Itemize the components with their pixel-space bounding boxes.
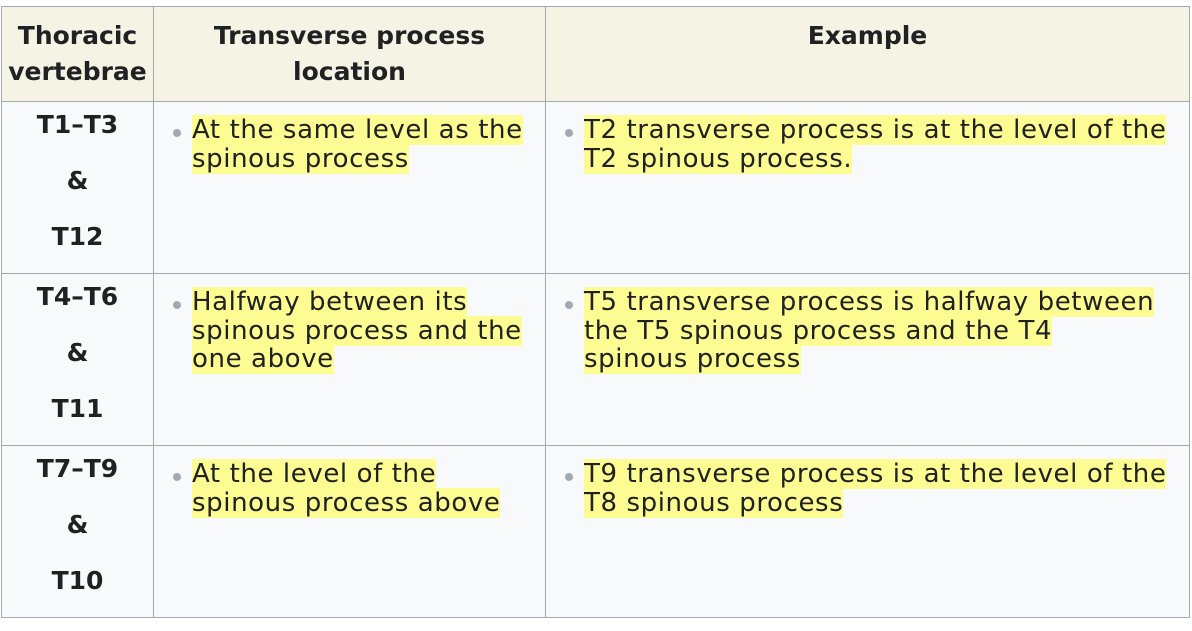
vertebrae-range: T1–T3	[36, 110, 119, 139]
table-row: T1–T3 & T12 At the same level as the spi…	[1, 101, 1190, 274]
list-item: T5 transverse process is halfway between…	[562, 287, 1179, 374]
bullet-icon	[173, 129, 181, 137]
header-line: Transverse process	[213, 21, 486, 50]
example-line: T8 spinous process	[584, 487, 844, 518]
bullet-icon	[565, 129, 573, 137]
example-cell: T5 transverse process is halfway between…	[545, 273, 1190, 446]
example-line: T2 spinous process.	[584, 143, 853, 174]
location-line: At the same level as the	[192, 115, 523, 145]
example-list: T5 transverse process is halfway between…	[562, 287, 1179, 374]
ampersand: &	[66, 510, 89, 539]
list-item: At the same level as the spinous process	[170, 115, 535, 174]
ampersand: &	[66, 166, 89, 195]
vertebrae-single: T11	[51, 394, 104, 423]
vertebrae-single: T10	[51, 566, 104, 595]
vertebrae-cell: T4–T6 & T11	[1, 273, 154, 446]
vertebrae-cell: T7–T9 & T10	[1, 445, 154, 618]
location-line: At the level of the	[192, 459, 437, 489]
bullet-icon	[565, 473, 573, 481]
example-cell: T9 transverse process is at the level of…	[545, 445, 1190, 618]
location-cell: At the level of the spinous process abov…	[153, 445, 546, 618]
thoracic-vertebrae-table-container: Thoracic vertebrae Transverse process lo…	[1, 6, 1190, 618]
header-row: Thoracic vertebrae Transverse process lo…	[1, 6, 1190, 102]
location-list: Halfway between its spinous process and …	[170, 287, 535, 374]
header-example: Example	[545, 6, 1190, 102]
example-line: the T5 spinous process and the T4	[584, 315, 1053, 346]
ampersand: &	[66, 338, 89, 367]
list-item: T2 transverse process is at the level of…	[562, 115, 1179, 174]
bullet-icon	[173, 301, 181, 309]
table-row: T4–T6 & T11 Halfway between its spinous …	[1, 273, 1190, 446]
location-cell: Halfway between its spinous process and …	[153, 273, 546, 446]
location-cell: At the same level as the spinous process	[153, 101, 546, 274]
bullet-icon	[173, 473, 181, 481]
example-line: spinous process	[584, 344, 801, 374]
header-line: vertebrae	[8, 57, 147, 86]
header-line: Thoracic	[17, 21, 138, 50]
header-thoracic-vertebrae: Thoracic vertebrae	[1, 6, 154, 102]
location-line: Halfway between its	[192, 287, 468, 317]
header-line: Example	[807, 21, 928, 50]
header-transverse-process-location: Transverse process location	[153, 6, 546, 102]
example-cell: T2 transverse process is at the level of…	[545, 101, 1190, 274]
list-item: T9 transverse process is at the level of…	[562, 459, 1179, 518]
header-line: location	[293, 57, 406, 86]
example-line: T9 transverse process is at the level of…	[584, 459, 1167, 489]
vertebrae-range: T4–T6	[36, 282, 119, 311]
location-line: spinous process above	[192, 487, 501, 518]
example-list: T9 transverse process is at the level of…	[562, 459, 1179, 518]
location-list: At the same level as the spinous process	[170, 115, 535, 174]
location-line: spinous process and the	[192, 315, 522, 346]
example-line: T2 transverse process is at the level of…	[584, 115, 1167, 145]
example-list: T2 transverse process is at the level of…	[562, 115, 1179, 174]
list-item: Halfway between its spinous process and …	[170, 287, 535, 374]
example-line: T5 transverse process is halfway between	[584, 287, 1155, 317]
location-list: At the level of the spinous process abov…	[170, 459, 535, 518]
table-row: T7–T9 & T10 At the level of the spinous …	[1, 445, 1190, 618]
location-line: spinous process	[192, 143, 409, 174]
vertebrae-single: T12	[51, 222, 104, 251]
bullet-icon	[565, 301, 573, 309]
vertebrae-cell: T1–T3 & T12	[1, 101, 154, 274]
list-item: At the level of the spinous process abov…	[170, 459, 535, 518]
location-line: one above	[192, 344, 334, 374]
vertebrae-range: T7–T9	[36, 454, 119, 483]
thoracic-vertebrae-table: Thoracic vertebrae Transverse process lo…	[1, 6, 1190, 618]
